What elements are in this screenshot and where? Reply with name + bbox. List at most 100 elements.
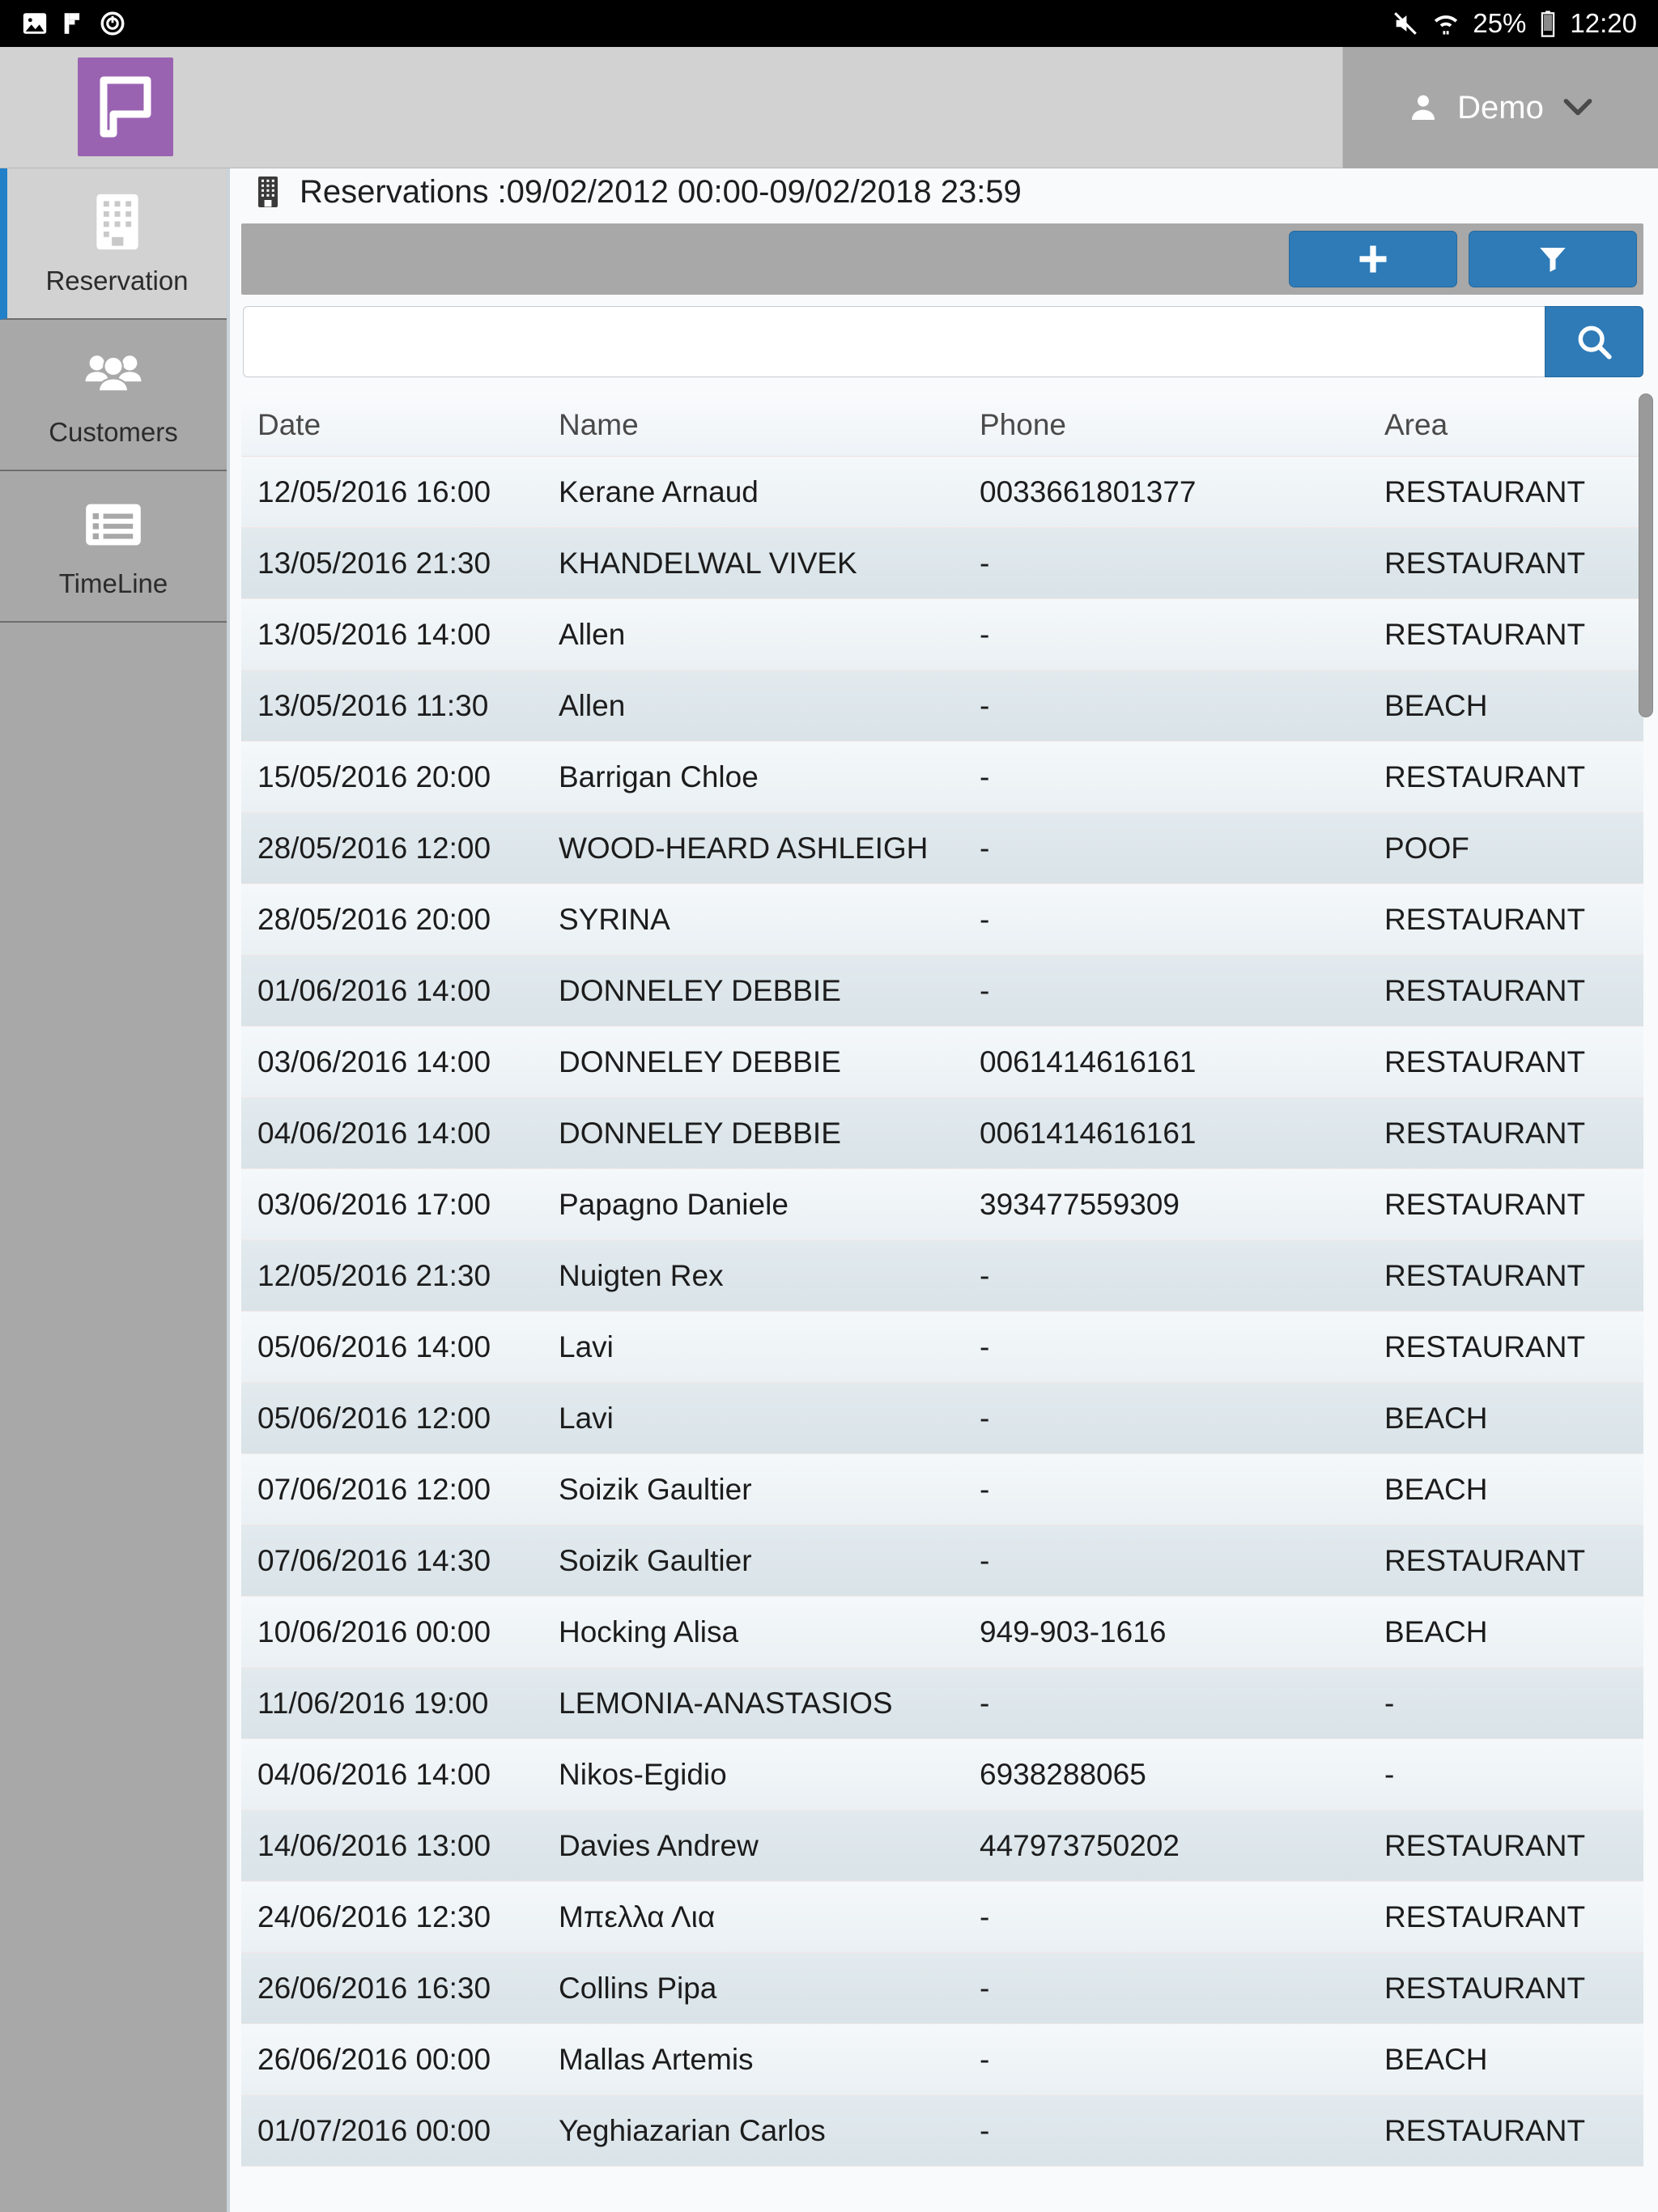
column-header-area[interactable]: Area xyxy=(1384,408,1627,442)
table-body: 12/05/2016 16:00 Kerane Arnaud 00336618013… xyxy=(241,457,1643,2167)
table-row[interactable]: 05/06/2016 14:00 Lavi - RESTAURANT xyxy=(241,1312,1643,1383)
table-row[interactable]: 26/06/2016 00:00 Mallas Artemis - BEACH xyxy=(241,2024,1643,2095)
sidebar-item-reservation[interactable]: Reservation xyxy=(0,168,227,320)
cell-phone: - xyxy=(980,688,990,722)
table-row[interactable]: 01/06/2016 14:00 DONNELEY DEBBIE - RESTAURA… xyxy=(241,955,1643,1027)
cell-name: DONNELEY DEBBIE xyxy=(559,973,841,1007)
cell-date: 07/06/2016 14:30 xyxy=(257,1543,491,1577)
cell-area: RESTAURANT xyxy=(1384,1828,1586,1862)
main-content: Reservations :09/02/2012 00:00-09/02/201… xyxy=(227,168,1658,2212)
battery-icon xyxy=(1541,11,1555,37)
table-scrollbar[interactable] xyxy=(1637,393,1655,2207)
table-row[interactable]: 03/06/2016 17:00 Papagno Daniele 393477559… xyxy=(241,1169,1643,1240)
column-header-name[interactable]: Name xyxy=(559,408,980,442)
table-row[interactable]: 07/06/2016 14:30 Soizik Gaultier - RESTAURA… xyxy=(241,1525,1643,1597)
cell-name: Lavi xyxy=(559,1401,614,1435)
cell-name: DONNELEY DEBBIE xyxy=(559,1116,841,1150)
sidebar-item-timeline[interactable]: TimeLine xyxy=(0,471,227,623)
cell-name: SYRINA xyxy=(559,902,670,936)
cell-area: BEACH xyxy=(1384,688,1488,722)
cell-area: RESTAURANT xyxy=(1384,2113,1586,2147)
table-row[interactable]: 26/06/2016 16:30 Collins Pipa - RESTAURANT xyxy=(241,1953,1643,2024)
cell-date: 13/05/2016 21:30 xyxy=(257,546,491,580)
cell-area: RESTAURANT xyxy=(1384,1971,1586,2005)
column-header-date[interactable]: Date xyxy=(241,408,559,442)
table-row[interactable]: 07/06/2016 12:00 Soizik Gaultier - BEACH xyxy=(241,1454,1643,1525)
table-row[interactable]: 28/05/2016 20:00 SYRINA - RESTAURANT xyxy=(241,884,1643,955)
cell-name: Allen xyxy=(559,617,626,651)
cell-phone: 0061414616161 xyxy=(980,1116,1197,1150)
search-button[interactable] xyxy=(1545,306,1643,377)
table-row[interactable]: 04/06/2016 14:00 Nikos-Egidio 6938288065 - xyxy=(241,1739,1643,1810)
cell-date: 05/06/2016 14:00 xyxy=(257,1329,491,1363)
sidebar-item-customers[interactable]: Customers xyxy=(0,320,227,471)
android-status-bar: 25% 12:20 xyxy=(0,0,1658,47)
cell-date: 12/05/2016 16:00 xyxy=(257,474,491,508)
filter-button[interactable] xyxy=(1469,231,1637,287)
cell-phone: - xyxy=(980,2042,990,2076)
search-icon xyxy=(1578,325,1612,359)
cell-name: Nikos-Egidio xyxy=(559,1757,727,1791)
cell-date: 13/05/2016 14:00 xyxy=(257,617,491,651)
table-row[interactable]: 24/06/2016 12:30 Μπελλα Λια - RESTAURANT xyxy=(241,1882,1643,1953)
cell-phone: - xyxy=(980,1472,990,1506)
table-toolbar xyxy=(241,223,1643,295)
cell-name: Hocking Alisa xyxy=(559,1614,739,1648)
sidebar-item-label: TimeLine xyxy=(58,568,168,598)
cell-name: Allen xyxy=(559,688,626,722)
table-row[interactable]: 28/05/2016 12:00 WOOD-HEARD ASHLEIGH - POOF xyxy=(241,813,1643,884)
cell-name: WOOD-HEARD ASHLEIGH xyxy=(559,831,929,865)
cell-date: 03/06/2016 17:00 xyxy=(257,1187,491,1221)
cell-date: 07/06/2016 12:00 xyxy=(257,1472,491,1506)
cell-area: BEACH xyxy=(1384,1401,1488,1435)
cell-phone: - xyxy=(980,1401,990,1435)
cell-phone: - xyxy=(980,759,990,793)
table-row[interactable]: 05/06/2016 12:00 Lavi - BEACH xyxy=(241,1383,1643,1454)
add-reservation-button[interactable] xyxy=(1289,231,1457,287)
cell-area: RESTAURANT xyxy=(1384,1116,1586,1150)
flag-icon xyxy=(64,13,80,34)
table-row[interactable]: 01/07/2016 00:00 Yeghiazarian Carlos - REST… xyxy=(241,2095,1643,2167)
table-row[interactable]: 12/05/2016 16:00 Kerane Arnaud 00336618013… xyxy=(241,457,1643,528)
table-scrollbar-thumb[interactable] xyxy=(1639,393,1653,717)
cell-name: LEMONIA-ANASTASIOS xyxy=(559,1686,893,1720)
funnel-icon xyxy=(1540,248,1566,272)
table-row[interactable]: 13/05/2016 11:30 Allen - BEACH xyxy=(241,670,1643,742)
cell-date: 26/06/2016 16:30 xyxy=(257,1971,491,2005)
table-row[interactable]: 15/05/2016 20:00 Barrigan Chloe - RESTAURAN… xyxy=(241,742,1643,813)
cell-phone: - xyxy=(980,546,990,580)
cell-name: Lavi xyxy=(559,1329,614,1363)
cell-name: Barrigan Chloe xyxy=(559,759,759,793)
sidebar: Reservation Customers TimeLine xyxy=(0,168,227,2212)
cell-date: 13/05/2016 11:30 xyxy=(257,688,489,722)
cell-phone: - xyxy=(980,1971,990,2005)
cell-date: 28/05/2016 12:00 xyxy=(257,831,491,865)
table-row[interactable]: 03/06/2016 14:00 DONNELEY DEBBIE 006141461… xyxy=(241,1027,1643,1098)
table-row[interactable]: 13/05/2016 21:30 KHANDELWAL VIVEK - RESTAUR… xyxy=(241,528,1643,599)
table-row[interactable]: 12/05/2016 21:30 Nuigten Rex - RESTAURANT xyxy=(241,1240,1643,1312)
cell-name: KHANDELWAL VIVEK xyxy=(559,546,857,580)
cell-date: 26/06/2016 00:00 xyxy=(257,2042,491,2076)
user-menu[interactable]: Demo xyxy=(1342,47,1658,168)
cell-date: 01/07/2016 00:00 xyxy=(257,2113,491,2147)
column-header-phone[interactable]: Phone xyxy=(980,408,1384,442)
table-row[interactable]: 14/06/2016 13:00 Davies Andrew 44797375020… xyxy=(241,1810,1643,1882)
cell-date: 10/06/2016 00:00 xyxy=(257,1614,491,1648)
app-header: Demo xyxy=(0,47,1658,168)
cell-phone: 393477559309 xyxy=(980,1187,1180,1221)
cell-area: RESTAURANT xyxy=(1384,1044,1586,1078)
person-icon xyxy=(1412,95,1435,120)
table-row[interactable]: 10/06/2016 00:00 Hocking Alisa 949-903-161… xyxy=(241,1597,1643,1668)
table-row[interactable]: 04/06/2016 14:00 DONNELEY DEBBIE 006141461… xyxy=(241,1098,1643,1169)
cell-area: RESTAURANT xyxy=(1384,474,1586,508)
image-icon xyxy=(23,13,47,34)
cell-area: RESTAURANT xyxy=(1384,902,1586,936)
app-logo[interactable] xyxy=(78,57,173,156)
cell-date: 04/06/2016 14:00 xyxy=(257,1757,491,1791)
table-row[interactable]: 13/05/2016 14:00 Allen - RESTAURANT xyxy=(241,599,1643,670)
page-title-row: Reservations :09/02/2012 00:00-09/02/201… xyxy=(227,168,1658,215)
table-row[interactable]: 11/06/2016 19:00 LEMONIA-ANASTASIOS - - xyxy=(241,1668,1643,1739)
search-input[interactable] xyxy=(243,306,1545,377)
status-bar-left-icons xyxy=(21,10,126,37)
cell-area: RESTAURANT xyxy=(1384,759,1586,793)
